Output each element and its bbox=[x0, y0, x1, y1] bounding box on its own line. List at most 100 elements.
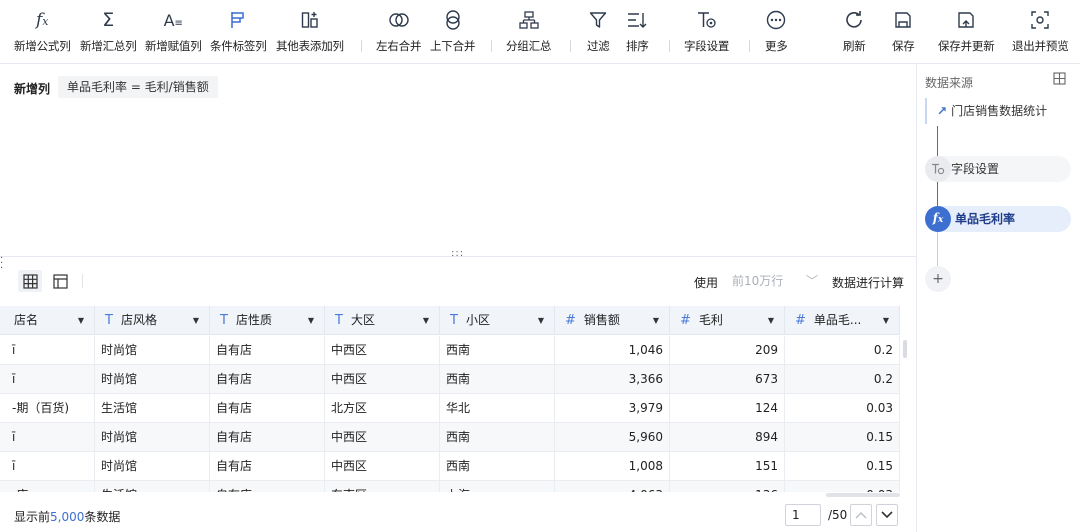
toolbar-separator bbox=[749, 40, 750, 52]
table-row[interactable]: -期（百货) 生活馆 自有店 北方区 华北 3,979 124 0.03 bbox=[0, 394, 900, 423]
number-type-icon: # bbox=[680, 313, 691, 328]
horizontal-scrollbar[interactable] bbox=[826, 493, 900, 497]
merge-top-bottom-button[interactable]: 上下合并 bbox=[430, 8, 475, 54]
more-label: 更多 bbox=[765, 39, 788, 53]
refresh-button[interactable]: 刷新 bbox=[843, 8, 866, 54]
table-cell: 西南 bbox=[440, 336, 555, 365]
prev-page-button[interactable] bbox=[850, 504, 872, 526]
condition-tag-column-label: 条件标签列 bbox=[210, 39, 267, 53]
table-cell: 3,366 bbox=[555, 365, 670, 394]
table-cell: 124 bbox=[670, 394, 785, 423]
more-button[interactable]: 更多 bbox=[765, 8, 788, 54]
exit-and-preview-button[interactable]: 退出并预览 bbox=[1012, 8, 1069, 54]
dropdown-icon[interactable]: ▼ bbox=[883, 306, 889, 335]
source-node[interactable]: ↗ 门店销售数据统计 bbox=[925, 98, 1071, 124]
table-cell: 中西区 bbox=[325, 336, 440, 365]
formula-node[interactable]: fx 单品毛利率 bbox=[925, 206, 1071, 232]
page-input[interactable]: 1 bbox=[785, 504, 821, 526]
table-cell: 151 bbox=[670, 452, 785, 481]
save-button[interactable]: 保存 bbox=[892, 8, 915, 54]
collapse-icon[interactable] bbox=[1053, 72, 1066, 88]
table-cell: 时尚馆 bbox=[95, 365, 210, 394]
column-header-label: 毛利 bbox=[698, 313, 723, 327]
chevron-up-icon bbox=[855, 512, 867, 519]
panel-divider bbox=[0, 256, 916, 257]
table-cell: 自有店 bbox=[210, 452, 325, 481]
table-row[interactable]: ī 时尚馆 自有店 中西区 西南 1,008 151 0.15 bbox=[0, 452, 900, 481]
text-type-icon: T bbox=[105, 313, 113, 328]
table-row[interactable]: -店生活馆自有店东南区上海4,0631360.03 bbox=[0, 481, 900, 492]
toolbar-separator bbox=[361, 40, 362, 52]
table-row[interactable]: ī 时尚馆 自有店 中西区 西南 1,046 209 0.2 bbox=[0, 336, 900, 365]
next-page-button[interactable] bbox=[876, 504, 898, 526]
table-header: 店名 ▼ T 店风格 ▼ T 店性质 ▼ T 大区 ▼ T 小区 ▼ # 销售额 ▼ # 毛利 ▼ # 单品毛... ▼ bbox=[0, 306, 900, 335]
sigma-icon: Σ bbox=[102, 9, 115, 31]
add-assign-column-button[interactable]: A≡ 新增赋值列 bbox=[145, 8, 202, 54]
flag-icon bbox=[230, 8, 246, 32]
toolbar-separator bbox=[491, 40, 492, 52]
field-settings-button[interactable]: 字段设置 bbox=[684, 8, 729, 54]
resize-handle[interactable]: ::: bbox=[451, 248, 464, 259]
field-settings-node[interactable]: 字段设置 bbox=[925, 156, 1071, 182]
fx-icon: fx bbox=[35, 10, 49, 30]
other-table-add-column-button[interactable]: 其他表添加列 bbox=[276, 8, 344, 54]
filter-button[interactable]: 过滤 bbox=[587, 8, 610, 54]
column-header[interactable]: T 店性质 ▼ bbox=[210, 306, 325, 335]
dropdown-icon[interactable]: ▼ bbox=[78, 306, 84, 335]
column-header-label: 销售额 bbox=[583, 313, 620, 327]
table-cell: 自有店 bbox=[210, 336, 325, 365]
dropdown-icon[interactable]: ▼ bbox=[308, 306, 314, 335]
table-cell: 北方区 bbox=[325, 394, 440, 423]
sort-button[interactable]: 排序 bbox=[626, 8, 649, 54]
vertical-scrollbar[interactable] bbox=[903, 340, 907, 358]
column-header[interactable]: # 毛利 ▼ bbox=[670, 306, 785, 335]
table-cell: 西南 bbox=[440, 452, 555, 481]
row-limit-select[interactable]: 前10万行 ﹀ bbox=[728, 270, 824, 292]
dropdown-icon[interactable]: ▼ bbox=[423, 306, 429, 335]
column-header-label: 店性质 bbox=[235, 313, 272, 327]
table-cell: 中西区 bbox=[325, 365, 440, 394]
add-formula-column-button[interactable]: fx 新增公式列 bbox=[14, 8, 71, 54]
table-cell: 中西区 bbox=[325, 452, 440, 481]
sort-label: 排序 bbox=[626, 39, 649, 53]
table-cell: 东南区 bbox=[325, 481, 440, 492]
merge-vertical-icon bbox=[444, 8, 462, 32]
table-cell: 西南 bbox=[440, 365, 555, 394]
page-total: /50 bbox=[828, 508, 848, 522]
grid-view-icon[interactable] bbox=[18, 270, 42, 292]
use-label: 使用 bbox=[694, 276, 719, 290]
row-count-prefix: 显示前 bbox=[14, 510, 51, 524]
add-step-button[interactable]: + bbox=[925, 266, 951, 292]
layout-view-icon[interactable] bbox=[48, 270, 72, 292]
dropdown-icon[interactable]: ▼ bbox=[653, 306, 659, 335]
row-count: 显示前5,000条数据 bbox=[14, 508, 120, 525]
dropdown-icon[interactable]: ▼ bbox=[538, 306, 544, 335]
group-summary-button[interactable]: 分组汇总 bbox=[506, 8, 551, 54]
add-summary-column-button[interactable]: Σ 新增汇总列 bbox=[80, 8, 137, 54]
save-and-update-button[interactable]: 保存并更新 bbox=[938, 8, 995, 54]
column-header[interactable]: T 大区 ▼ bbox=[325, 306, 440, 335]
row-count-suffix: 条数据 bbox=[84, 510, 121, 524]
column-header[interactable]: T 小区 ▼ bbox=[440, 306, 555, 335]
table-cell: 时尚馆 bbox=[95, 452, 210, 481]
field-settings-node-label: 字段设置 bbox=[951, 162, 1000, 176]
table-row[interactable]: ī 时尚馆 自有店 中西区 西南 5,960 894 0.15 bbox=[0, 423, 900, 452]
column-header[interactable]: # 销售额 ▼ bbox=[555, 306, 670, 335]
column-header[interactable]: T 店风格 ▼ bbox=[95, 306, 210, 335]
table-cell: 5,960 bbox=[555, 423, 670, 452]
refresh-icon bbox=[844, 8, 864, 32]
merge-left-right-button[interactable]: 左右合并 bbox=[376, 8, 421, 54]
table-row[interactable]: ī 时尚馆 自有店 中西区 西南 3,366 673 0.2 bbox=[0, 365, 900, 394]
table-cell: 自有店 bbox=[210, 365, 325, 394]
dropdown-icon[interactable]: ▼ bbox=[768, 306, 774, 335]
toolbar-separator bbox=[570, 40, 571, 52]
table-cell: 894 bbox=[670, 423, 785, 452]
column-header[interactable]: 店名 ▼ bbox=[0, 306, 95, 335]
text-type-icon: T bbox=[335, 313, 343, 328]
column-header[interactable]: # 单品毛... ▼ bbox=[785, 306, 900, 335]
formula-expression[interactable]: 单品毛利率 = 毛利/销售额 bbox=[58, 76, 218, 98]
column-header-label: 大区 bbox=[350, 313, 375, 327]
dropdown-icon[interactable]: ▼ bbox=[193, 306, 199, 335]
condition-tag-column-button[interactable]: 条件标签列 bbox=[210, 8, 267, 54]
table-cell: 时尚馆 bbox=[95, 423, 210, 452]
